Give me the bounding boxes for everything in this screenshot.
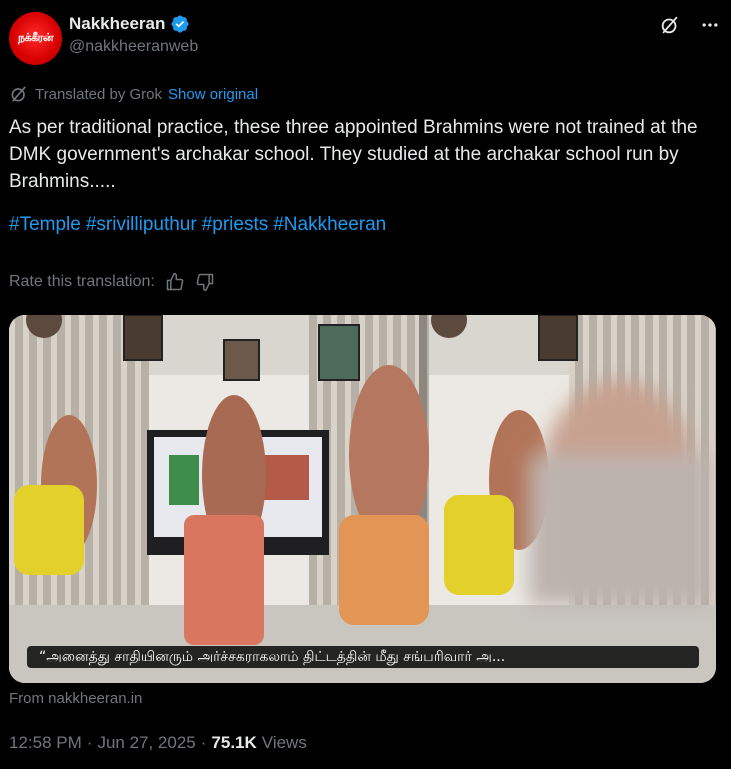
hashtag-link[interactable]: #priests — [202, 214, 269, 235]
card-source[interactable]: From nakkheeran.in — [9, 690, 142, 707]
card-image — [9, 315, 716, 683]
tweet-date[interactable]: Jun 27, 2025 — [97, 733, 195, 753]
tweet-meta: 12:58 PM · Jun 27, 2025 · 75.1K Views — [9, 733, 307, 753]
tweet-text: As per traditional practice, these three… — [9, 117, 698, 192]
hashtag-link[interactable]: #srivilliputhur — [86, 214, 197, 235]
tweet-header: நக்கீரன் Nakkheeran @nakkheeranweb — [9, 10, 721, 66]
hashtag-link[interactable]: #Nakkheeran — [273, 214, 386, 235]
hashtag-link[interactable]: #Temple — [9, 214, 81, 235]
tweet-time[interactable]: 12:58 PM — [9, 733, 82, 753]
thumbs-up-icon[interactable] — [165, 272, 185, 292]
display-name[interactable]: Nakkheeran — [69, 14, 165, 34]
author-name-row: Nakkheeran — [69, 14, 190, 34]
card-caption: “அனைத்து சாதியினரும் அர்ச்சகராகலாம் திட்… — [27, 646, 699, 668]
link-card-media[interactable]: “அனைத்து சாதியினரும் அர்ச்சகராகலாம் திட்… — [9, 315, 716, 683]
thumbs-down-icon[interactable] — [195, 272, 215, 292]
verified-badge-icon — [171, 15, 189, 33]
rate-label: Rate this translation: — [9, 273, 155, 290]
grok-translate-icon — [11, 86, 26, 102]
grok-icon[interactable] — [659, 14, 681, 36]
rate-translation: Rate this translation: — [9, 272, 215, 292]
hashtags: #Temple #srivilliputhur #priests #Nakkheera… — [9, 214, 391, 236]
meta-separator: · — [200, 733, 207, 752]
show-original-link[interactable]: Show original — [168, 86, 258, 103]
avatar[interactable]: நக்கீரன் — [9, 12, 62, 65]
more-icon[interactable] — [699, 14, 721, 36]
translation-notice: Translated by Grok Show original — [9, 84, 258, 104]
translated-label: Translated by Grok — [35, 85, 162, 103]
views-count: 75.1K — [211, 733, 257, 752]
avatar-logo-text: நக்கீரன் — [18, 31, 53, 44]
meta-separator: · — [86, 733, 93, 752]
handle[interactable]: @nakkheeranweb — [69, 38, 198, 56]
views-label: Views — [261, 733, 307, 752]
